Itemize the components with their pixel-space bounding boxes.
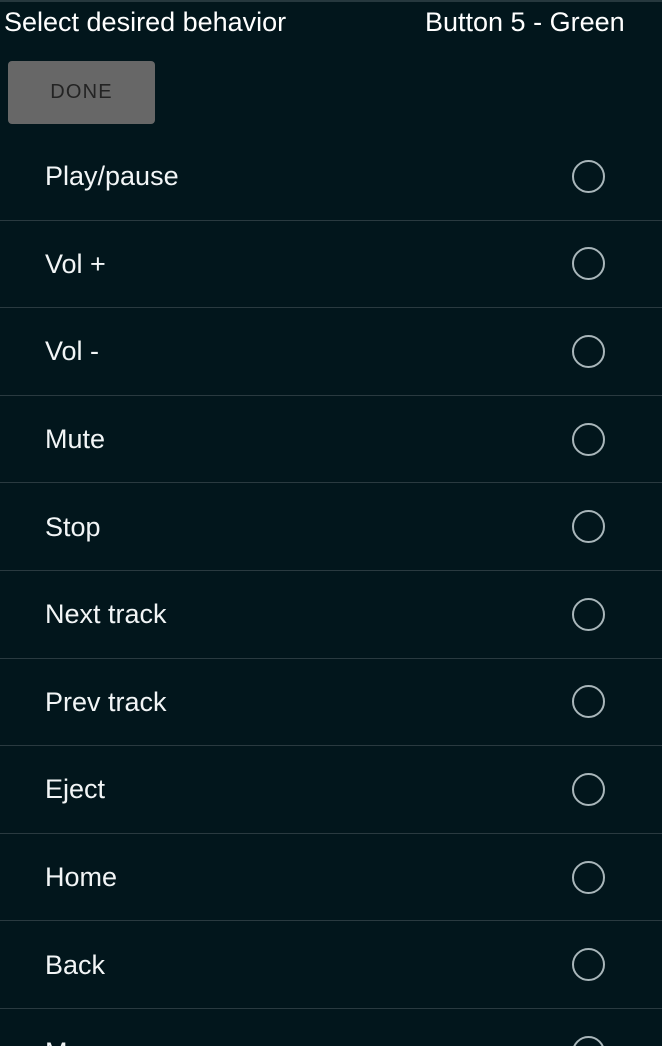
radio-button-icon[interactable] [572, 685, 605, 719]
list-item-label: Mute [45, 424, 106, 455]
radio-button-icon[interactable] [572, 772, 605, 806]
list-item[interactable]: Stop [0, 483, 662, 571]
list-item-label: M [45, 1036, 68, 1046]
list-item-label: Eject [45, 774, 106, 805]
radio-button-icon[interactable] [572, 334, 605, 368]
list-item[interactable]: Vol - [0, 308, 662, 396]
header-button-context-label: Button 5 - Green [425, 7, 625, 37]
list-item[interactable]: Eject [0, 746, 662, 834]
app-screen: Select desired behavior Button 5 - Green… [0, 0, 662, 1046]
done-button[interactable]: DONE [8, 61, 155, 124]
done-button-label: DONE [50, 81, 113, 103]
list-item-label: Home [45, 862, 118, 893]
list-item-label: Play/pause [45, 161, 179, 192]
list-item[interactable]: Back [0, 921, 662, 1009]
radio-button-icon[interactable] [572, 597, 605, 631]
list-item[interactable]: M [0, 1009, 662, 1046]
list-item[interactable]: Home [0, 834, 662, 922]
header: Select desired behavior Button 5 - Green… [0, 2, 662, 133]
radio-button-icon[interactable] [572, 247, 605, 281]
radio-button-icon[interactable] [572, 948, 605, 982]
radio-button-icon[interactable] [572, 1035, 605, 1046]
radio-button-icon[interactable] [572, 159, 605, 193]
list-item-label: Next track [45, 599, 167, 630]
list-item[interactable]: Vol + [0, 221, 662, 309]
list-item-label: Vol + [45, 248, 106, 279]
radio-button-icon[interactable] [572, 422, 605, 456]
list-item-label: Vol - [45, 336, 100, 367]
list-item[interactable]: Play/pause [0, 133, 662, 221]
radio-button-icon[interactable] [572, 860, 605, 894]
list-item[interactable]: Prev track [0, 659, 662, 747]
list-item-label: Back [45, 949, 106, 980]
list-item-label: Stop [45, 511, 101, 542]
page-title: Select desired behavior [4, 7, 287, 37]
list-item-label: Prev track [45, 686, 167, 717]
radio-button-icon[interactable] [572, 510, 605, 544]
behavior-option-list[interactable]: Play/pause Vol + Vol - Mute Stop Next track Pr… [0, 133, 662, 1046]
list-item[interactable]: Mute [0, 396, 662, 484]
list-item[interactable]: Next track [0, 571, 662, 659]
